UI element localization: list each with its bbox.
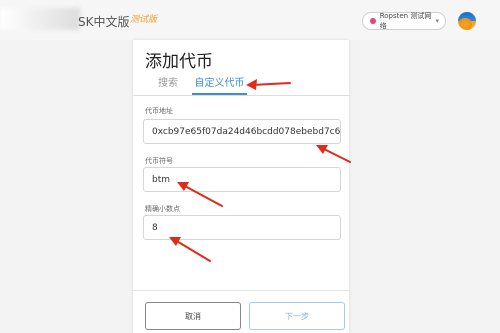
add-token-card: 添加代币 搜索 自定义代币 代币地址 0xcb97e65f07da24d46bc… (133, 40, 349, 333)
chevron-down-icon: ▾ (435, 17, 439, 25)
app-logo-blurred (0, 8, 80, 30)
network-status-dot (370, 18, 376, 24)
token-decimals-input[interactable]: 8 (143, 215, 341, 240)
tab-custom-token[interactable]: 自定义代币 (192, 77, 247, 95)
app-title: SK中文版 (78, 15, 130, 29)
page-title: 添加代币 (145, 52, 213, 72)
token-address-label: 代币地址 (145, 107, 173, 115)
token-symbol-label: 代币符号 (145, 157, 173, 165)
cancel-button[interactable]: 取消 (145, 302, 241, 330)
token-decimals-label: 精确小数点 (145, 205, 180, 213)
account-icon[interactable] (458, 12, 476, 30)
token-symbol-input[interactable]: btm (143, 167, 341, 192)
test-version-badge: 测试版 (130, 15, 158, 25)
network-label: Ropsten 测试网络 (379, 12, 432, 30)
network-selector[interactable]: Ropsten 测试网络 ▾ (362, 12, 446, 30)
footer-divider (133, 290, 349, 291)
tab-divider (133, 95, 349, 96)
token-address-input[interactable]: 0xcb97e65f07da24d46bcdd078ebebd7c6e6e3d (143, 119, 341, 144)
tab-search[interactable]: 搜索 (148, 77, 188, 95)
top-bar: SK中文版 测试版 Ropsten 测试网络 ▾ (0, 0, 500, 40)
next-button[interactable]: 下一步 (249, 302, 345, 330)
